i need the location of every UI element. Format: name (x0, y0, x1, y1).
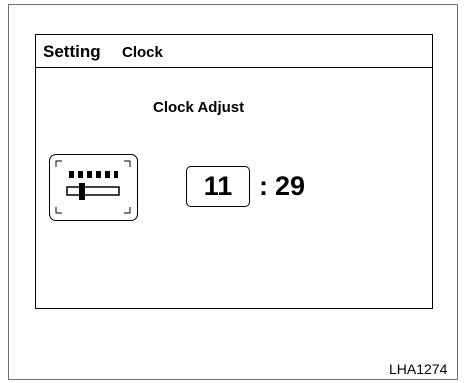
time-separator: : (259, 171, 268, 201)
display-screen: Setting Clock Clock Adjust 11 : 29 (35, 34, 433, 309)
figure-code: LHA1274 (389, 361, 448, 377)
minutes-field[interactable]: 29 (275, 169, 305, 203)
clock-adjust-button[interactable] (49, 154, 138, 221)
header-title: Setting (43, 42, 101, 61)
screen-header: Setting Clock (36, 35, 432, 68)
header-subtitle: Clock (122, 44, 163, 61)
slider-adjust-icon (55, 160, 131, 214)
screen-heading: Clock Adjust (153, 99, 245, 116)
hours-field[interactable]: 11 (186, 166, 250, 207)
